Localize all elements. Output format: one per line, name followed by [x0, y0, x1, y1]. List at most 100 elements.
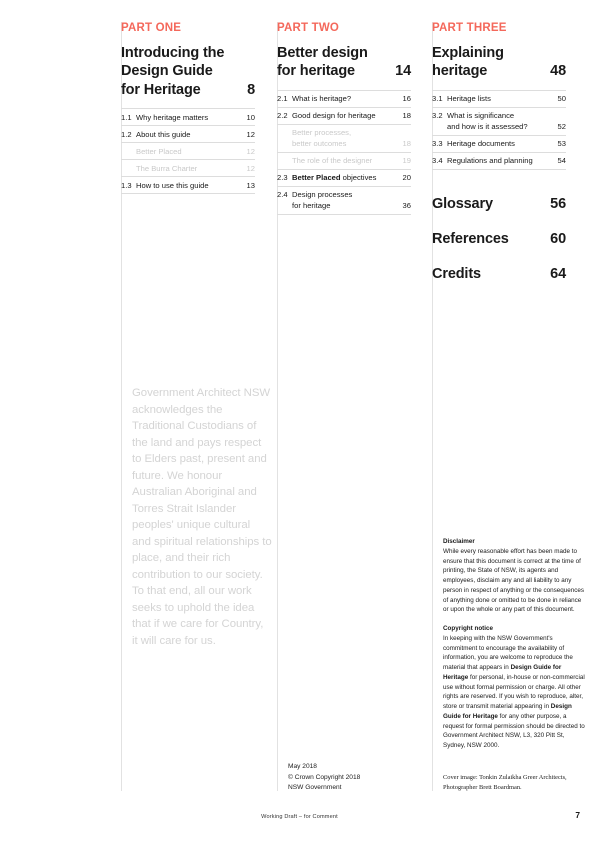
toc-row[interactable]: The role of the designer 19: [277, 153, 411, 170]
toc-row[interactable]: Better processes, better outcomes 18: [277, 125, 411, 153]
toc-row-page: 50: [557, 94, 566, 104]
toc-row[interactable]: The Burra Charter 12: [121, 160, 255, 178]
toc-row-label: Why heritage matters: [136, 112, 209, 122]
backmatter-row[interactable]: References 60: [432, 231, 566, 247]
toc-row[interactable]: 3.2 What is significance and how is it ass…: [432, 108, 566, 136]
part-title-line: Better design: [277, 44, 368, 61]
toc-row[interactable]: 1.3 How to use this guide 13: [121, 177, 255, 195]
imprint-publisher: NSW Government: [288, 784, 342, 792]
toc-row-label: Better processes, better outcomes: [292, 128, 352, 149]
toc-row-label: The role of the designer: [292, 156, 373, 166]
toc-row-label: How to use this guide: [136, 180, 209, 190]
backmatter-label: Glossary: [432, 195, 493, 212]
backmatter-label: References: [432, 230, 509, 247]
toc-row[interactable]: 1.2 About this guide 12: [121, 126, 255, 144]
toc-row-page: 16: [402, 94, 411, 104]
toc-row-page: 10: [246, 112, 255, 122]
legal-block: Disclaimer While every reasonable effort…: [432, 528, 588, 751]
part-label-three: PART THREE: [432, 22, 507, 34]
toc-row[interactable]: Better Placed 12: [121, 143, 255, 161]
toc-row-label: Regulations and planning: [447, 156, 533, 166]
disclaimer-body: While every reasonable effort has been m…: [443, 547, 585, 614]
part-title-line: for Heritage: [121, 81, 201, 98]
part-title-two: Better design for heritage 14: [277, 44, 411, 81]
imprint-date: May 2018: [288, 763, 317, 770]
toc-row-page: 19: [402, 156, 411, 166]
toc-row[interactable]: 3.4 Regulations and planning 54: [432, 153, 566, 170]
disclaimer-heading: Disclaimer: [443, 538, 475, 545]
toc-row-page: 54: [557, 156, 566, 166]
toc-row-number: 1.1: [121, 112, 132, 122]
part-title-one: Introducing the Design Guide for Heritag…: [121, 44, 255, 100]
toc-row-number: 2.1: [277, 94, 288, 104]
toc-row-page: 18: [402, 111, 411, 121]
toc-row-page: 36: [402, 201, 411, 211]
toc-row-number: 1.2: [121, 129, 132, 139]
toc-list-part-one: 1.1 Why heritage matters 10 1.2 About this g…: [121, 108, 255, 195]
contents-page: PART ONE Introducing the Design Guide fo…: [0, 0, 599, 848]
backmatter-page: 60: [550, 230, 566, 247]
backmatter-page: 64: [550, 265, 566, 282]
imprint-block: May 2018 © Crown Copyright 2018 NSW Gove…: [277, 762, 428, 794]
acknowledgement-of-country: Government Architect NSW acknowledges th…: [132, 387, 272, 647]
toc-row[interactable]: 3.1 Heritage lists 50: [432, 91, 566, 108]
toc-row-page: 18: [402, 139, 411, 149]
toc-row-page: 13: [246, 180, 255, 190]
toc-row-label: What is significance and how is it assess…: [447, 111, 528, 132]
toc-list-part-two: 2.1 What is heritage? 16 2.2 Good design for…: [277, 89, 411, 215]
part-title-three: Explaining heritage 48: [432, 44, 566, 81]
toc-row-label: Better Placed: [136, 146, 182, 156]
toc-row-label: About this guide: [136, 129, 191, 139]
toc-row-number: 3.3: [432, 139, 443, 149]
toc-row-label: Good design for heritage: [292, 111, 376, 121]
part-label-two: PART TWO: [277, 22, 340, 34]
part-title-line: heritage: [432, 63, 488, 80]
toc-row[interactable]: 2.1 What is heritage? 16: [277, 91, 411, 108]
toc-row[interactable]: 1.1 Why heritage matters 10: [121, 109, 255, 127]
toc-row-number: 1.3: [121, 180, 132, 190]
toc-row-page: 12: [246, 129, 255, 139]
part-title-line: Design Guide: [121, 63, 213, 80]
part-start-page: 8: [247, 81, 255, 98]
toc-row-page: 52: [557, 122, 566, 132]
toc-row-label: Heritage documents: [447, 139, 515, 149]
cover-image-credit: Cover image: Tonkin Zulaikha Greer Archi…: [443, 774, 567, 791]
backmatter-row[interactable]: Glossary 56: [432, 196, 566, 212]
backmatter-label: Credits: [432, 265, 481, 282]
toc-row-page: 12: [246, 163, 255, 173]
toc-row[interactable]: 2.4 Design processes for heritage 36: [277, 187, 411, 215]
imprint-copyright: © Crown Copyright 2018: [288, 773, 361, 781]
toc-row-number: 3.1: [432, 94, 443, 104]
column-part-two: PART TWO Better design for heritage 14 2…: [266, 22, 411, 215]
toc-row-number: 2.3: [277, 173, 288, 183]
toc-row-number: 3.4: [432, 156, 443, 166]
part-title-line: Introducing the: [121, 44, 225, 61]
column-part-one: PART ONE Introducing the Design Guide fo…: [110, 22, 255, 195]
footer-note: Working Draft – for Comment: [261, 814, 338, 820]
part-title-line: Explaining: [432, 44, 504, 61]
part-start-page: 48: [550, 63, 566, 80]
column-part-three: PART THREE Explaining heritage 48 3.1 Her…: [421, 22, 566, 301]
part-label-one: PART ONE: [121, 22, 182, 34]
toc-row[interactable]: 2.3 Better Placed objectives 20: [277, 170, 411, 187]
toc-row-label: Heritage lists: [447, 94, 491, 104]
toc-list-part-three: 3.1 Heritage lists 50 3.2 What is significan…: [432, 89, 566, 170]
footer-page-number: 7: [575, 810, 580, 820]
backmatter-list: Glossary 56 References 60 Credits 64: [432, 196, 566, 282]
toc-row-label: The Burra Charter: [136, 163, 198, 173]
part-start-page: 14: [395, 63, 411, 80]
toc-row-page: 53: [557, 139, 566, 149]
toc-row-number: 3.2: [432, 111, 443, 121]
toc-row[interactable]: 3.3 Heritage documents 53: [432, 136, 566, 153]
toc-row-number: 2.2: [277, 111, 288, 121]
toc-row-label: What is heritage?: [292, 94, 352, 104]
toc-row-label: Design processes for heritage: [292, 190, 353, 211]
toc-row-number: 2.4: [277, 190, 288, 200]
toc-row-page: 20: [402, 173, 411, 183]
toc-row[interactable]: 2.2 Good design for heritage 18: [277, 108, 411, 125]
toc-row-label: Better Placed objectives: [292, 173, 377, 183]
toc-row-page: 12: [246, 146, 255, 156]
backmatter-page: 56: [550, 195, 566, 212]
copyright-heading: Copyright notice: [443, 625, 494, 632]
backmatter-row[interactable]: Credits 64: [432, 266, 566, 282]
